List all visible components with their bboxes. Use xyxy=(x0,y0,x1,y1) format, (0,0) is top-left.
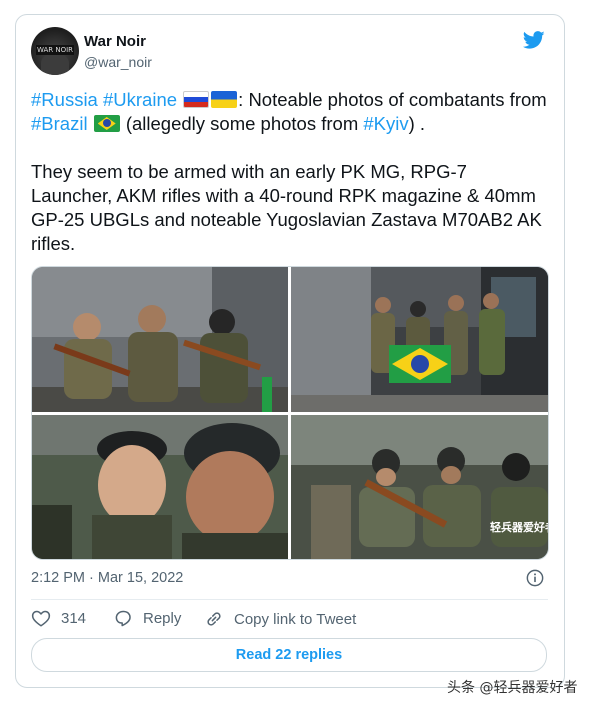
heart-icon xyxy=(31,610,51,627)
copy-link-label: Copy link to Tweet xyxy=(234,610,357,628)
hashtag-russia[interactable]: #Russia xyxy=(31,89,98,110)
copy-link-button[interactable]: Copy link to Tweet xyxy=(204,609,356,629)
photo-3[interactable] xyxy=(32,415,288,559)
author-name[interactable]: War Noir xyxy=(84,33,146,50)
tweet-text-part-2: (allegedly some photos from xyxy=(120,113,364,134)
like-count: 314 xyxy=(61,609,87,627)
tweet-text: #Russia #Ukraine : Noteable photos of co… xyxy=(31,88,551,256)
avatar-figure xyxy=(41,55,69,75)
ukraine-flag-icon xyxy=(211,91,238,108)
photo-1[interactable] xyxy=(32,267,288,412)
like-button[interactable]: 314 xyxy=(31,609,86,627)
reply-label: Reply xyxy=(143,610,182,627)
photo-4[interactable]: 轻兵器爱好者 xyxy=(291,415,548,559)
twitter-bird-icon[interactable] xyxy=(522,29,546,51)
divider xyxy=(31,599,548,600)
tweet-timestamp[interactable]: 2:12 PM · Mar 15, 2022 xyxy=(31,570,183,586)
reply-button[interactable]: Reply xyxy=(113,609,181,628)
author-avatar[interactable]: WAR NOIR xyxy=(31,27,79,75)
page-watermark: 头条 @轻兵器爱好者 xyxy=(447,680,578,696)
russia-flag-icon xyxy=(183,91,210,108)
photo-watermark: 轻兵器爱好者 xyxy=(490,520,548,534)
tweet-paragraph-2: They seem to be armed with an early PK M… xyxy=(31,161,542,254)
tweet-text-part-3: ) . xyxy=(408,113,426,134)
read-replies-button[interactable]: Read 22 replies xyxy=(31,638,547,672)
hashtag-ukraine[interactable]: #Ukraine xyxy=(103,89,177,110)
avatar-label: WAR NOIR xyxy=(36,45,74,55)
info-icon[interactable] xyxy=(526,569,544,587)
hashtag-kyiv[interactable]: #Kyiv xyxy=(363,113,408,134)
photo-grid: 轻兵器爱好者 xyxy=(31,266,549,560)
tweet-text-part-1: : Noteable photos of combatants from xyxy=(238,89,547,110)
tweet-paragraph-1: #Russia #Ukraine : Noteable photos of co… xyxy=(31,88,551,136)
hashtag-brazil[interactable]: #Brazil xyxy=(31,113,88,134)
reply-icon xyxy=(115,610,131,627)
brazil-flag-icon xyxy=(93,115,120,132)
author-handle[interactable]: @war_noir xyxy=(84,54,152,70)
photo-2[interactable] xyxy=(291,267,548,412)
link-icon xyxy=(207,612,221,626)
